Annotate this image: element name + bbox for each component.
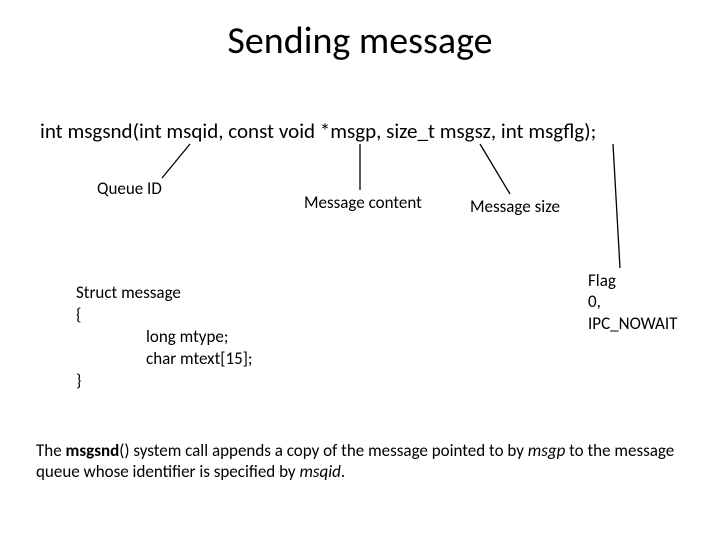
struct-line-2: { (76, 304, 252, 326)
desc-fn: msgsnd (66, 440, 120, 461)
label-message-content: Message content (304, 192, 422, 213)
struct-line-5: } (76, 370, 252, 392)
description-paragraph: The msgsnd() system call appends a copy … (36, 440, 684, 483)
desc-msgp: msgp (528, 440, 566, 461)
struct-definition: Struct message { long mtype; char mtext[… (76, 282, 252, 392)
struct-line-4: char mtext[15]; (76, 348, 252, 370)
struct-line-3: long mtype; (76, 326, 252, 348)
desc-end: . (341, 461, 345, 482)
flag-line-2: 0, (588, 291, 601, 312)
label-message-size: Message size (470, 196, 560, 217)
slide-title: Sending message (0, 18, 720, 64)
desc-post-fn: () system call appends a copy of the mes… (119, 440, 528, 461)
label-queue-id: Queue ID (97, 178, 162, 199)
label-flag: Flag 0, IPC_NOWAIT (588, 270, 677, 334)
desc-pre: The (36, 440, 66, 461)
struct-line-1: Struct message (76, 282, 252, 304)
flag-line-3: IPC_NOWAIT (588, 313, 677, 334)
desc-msqid: msqid (299, 461, 340, 482)
function-signature: int msgsnd(int msqid, const void *msgp, … (40, 118, 596, 144)
flag-line-1: Flag (588, 270, 616, 291)
slide: Sending message int msgsnd(int msqid, co… (0, 0, 720, 540)
